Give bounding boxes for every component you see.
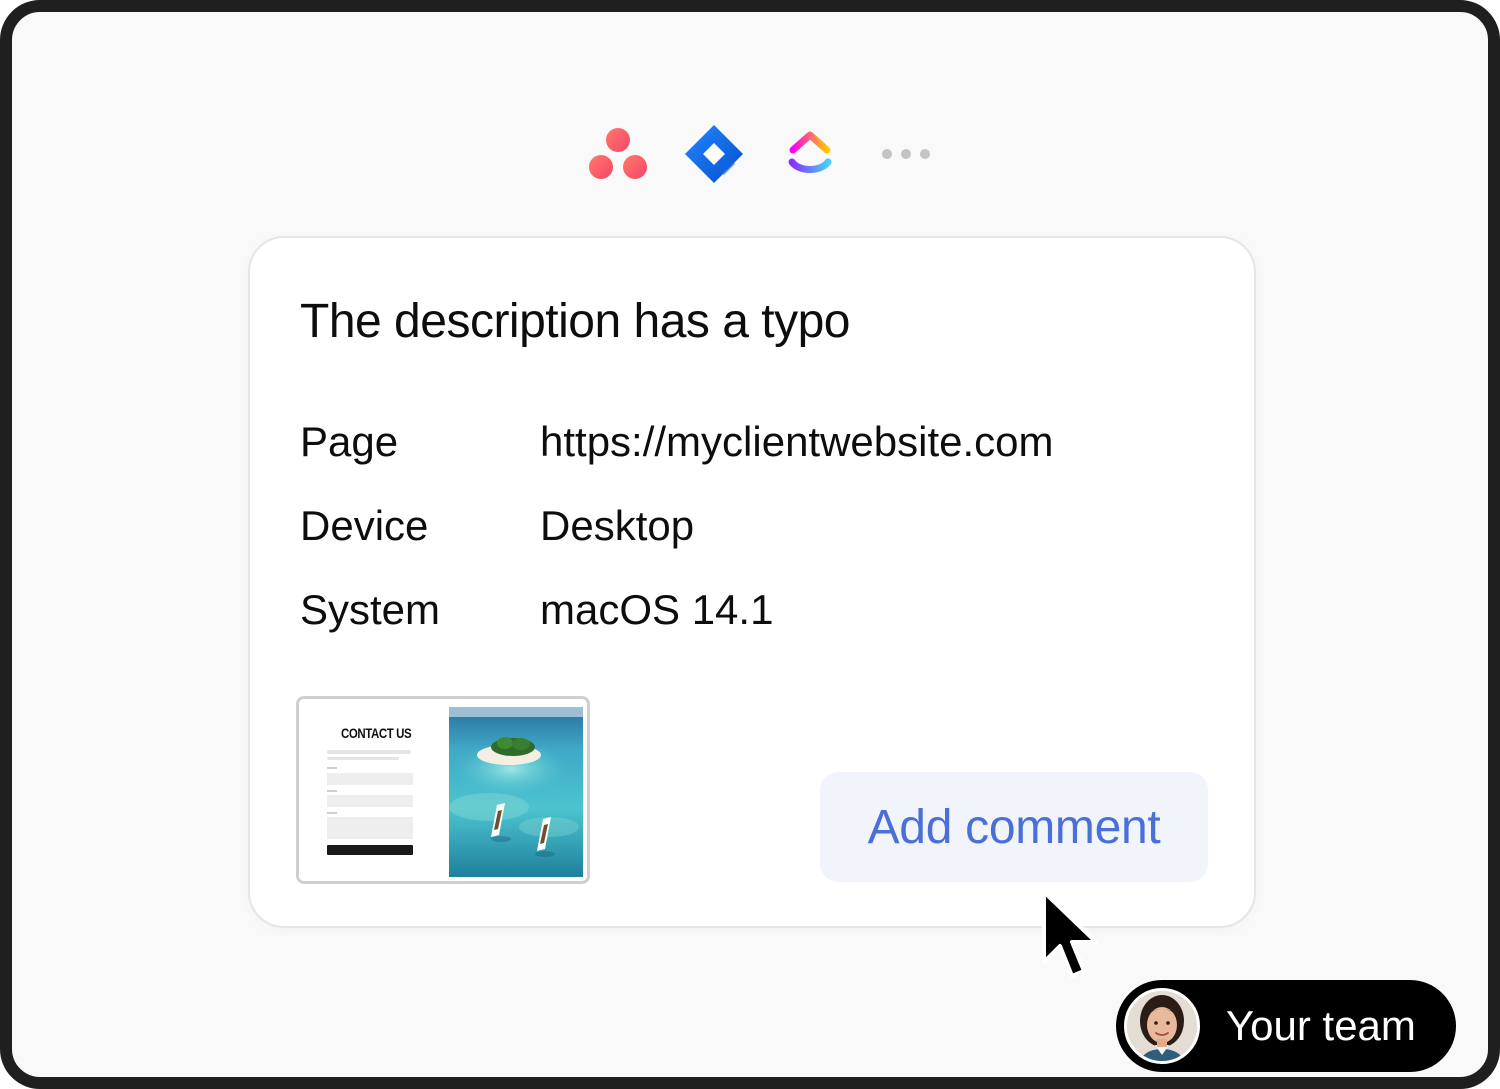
meta-value: macOS 14.1 bbox=[540, 586, 774, 633]
form-label-line bbox=[327, 812, 337, 814]
app-frame: The description has a typo Page https://… bbox=[0, 0, 1500, 1089]
meta-value: Desktop bbox=[540, 502, 695, 549]
meta-label: System bbox=[300, 586, 441, 633]
avatar bbox=[1124, 988, 1200, 1064]
mouse-pointer-icon bbox=[1040, 888, 1102, 984]
form-text-line bbox=[327, 750, 411, 754]
screenshot-thumbnail[interactable]: CONTACT US bbox=[296, 696, 590, 884]
meta-label: Device bbox=[300, 502, 429, 549]
form-field bbox=[327, 817, 413, 839]
form-field bbox=[327, 773, 413, 785]
more-icon[interactable] bbox=[864, 112, 948, 196]
page-url-link[interactable]: https://myclientwebsite.com bbox=[540, 418, 1054, 466]
island-photo bbox=[449, 707, 583, 877]
add-comment-button[interactable]: Add comment bbox=[820, 772, 1208, 882]
asana-icon[interactable] bbox=[576, 112, 660, 196]
feedback-card: The description has a typo Page https://… bbox=[248, 236, 1256, 928]
integrations-row bbox=[576, 112, 948, 196]
form-title: CONTACT US bbox=[341, 725, 412, 741]
metadata-list: Page https://myclientwebsite.com Device … bbox=[300, 418, 1200, 670]
team-label: Your team bbox=[1226, 1002, 1416, 1049]
card-title: The description has a typo bbox=[300, 295, 851, 348]
meta-label: Page bbox=[300, 418, 399, 465]
form-label-line bbox=[327, 767, 337, 769]
form-field bbox=[327, 795, 413, 807]
meta-row-system: System macOS 14.1 bbox=[300, 586, 1200, 670]
contact-form-preview: CONTACT US bbox=[299, 699, 447, 881]
team-presence-badge[interactable]: Your team bbox=[1116, 980, 1456, 1072]
clickup-icon[interactable] bbox=[768, 112, 852, 196]
meta-row-page: Page https://myclientwebsite.com bbox=[300, 418, 1200, 502]
meta-row-device: Device Desktop bbox=[300, 502, 1200, 586]
form-text-line bbox=[327, 757, 399, 760]
form-label-line bbox=[327, 790, 337, 792]
form-submit-bar bbox=[327, 845, 413, 855]
jira-icon[interactable] bbox=[672, 112, 756, 196]
